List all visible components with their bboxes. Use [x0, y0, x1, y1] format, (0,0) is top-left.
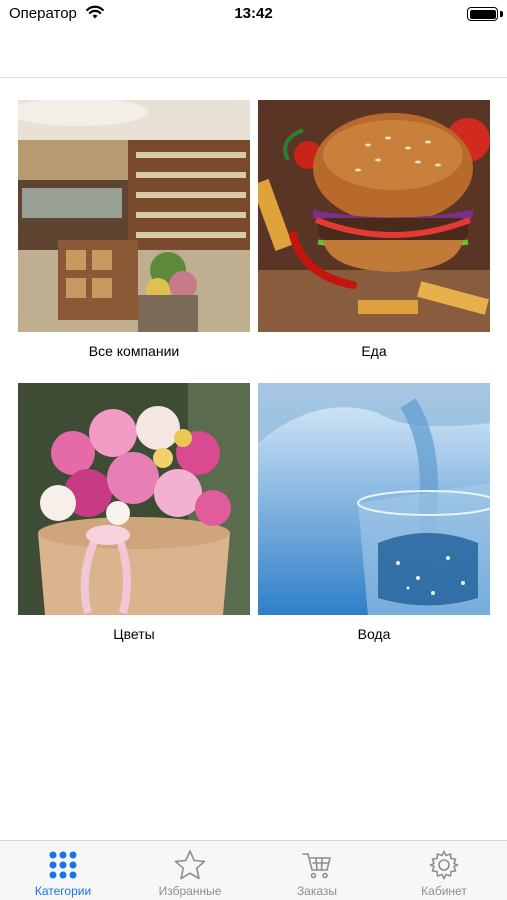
- tab-categories[interactable]: Категории: [0, 841, 126, 900]
- tab-label: Избранные: [158, 884, 222, 898]
- tab-label: Заказы: [296, 884, 338, 898]
- category-label: Еда: [361, 343, 387, 359]
- grid-icon: [49, 851, 77, 879]
- cart-icon: [302, 853, 331, 879]
- status-bar: Оператор 13:42: [0, 0, 507, 30]
- battery-tip: [500, 11, 503, 17]
- star-icon: [174, 850, 206, 880]
- tab-favorites[interactable]: Избранные: [127, 841, 253, 900]
- water-glass-image: [258, 383, 490, 615]
- category-tile-water[interactable]: Вода: [258, 383, 490, 642]
- tab-cabinet[interactable]: Кабинет: [381, 841, 507, 900]
- tab-label: Категории: [34, 884, 92, 898]
- category-label: Вода: [357, 626, 391, 642]
- clock: 13:42: [234, 5, 273, 22]
- category-tile-food[interactable]: Еда: [258, 100, 490, 359]
- gear-icon: [429, 850, 459, 880]
- tab-orders[interactable]: Заказы: [254, 841, 380, 900]
- navigation-bar: [0, 30, 507, 78]
- store-interior-image: [18, 100, 250, 332]
- category-tile-flowers[interactable]: Цветы: [18, 383, 250, 642]
- category-tile-all-companies[interactable]: Все компании: [18, 100, 250, 359]
- tab-label: Кабинет: [421, 884, 467, 898]
- category-label: Все компании: [88, 343, 180, 359]
- flower-bouquet-image: [18, 383, 250, 615]
- battery-icon: [467, 7, 498, 21]
- category-label: Цветы: [113, 626, 155, 642]
- burger-image: [258, 100, 490, 332]
- tab-bar: Категории Избранные Заказы Кабинет: [0, 840, 507, 900]
